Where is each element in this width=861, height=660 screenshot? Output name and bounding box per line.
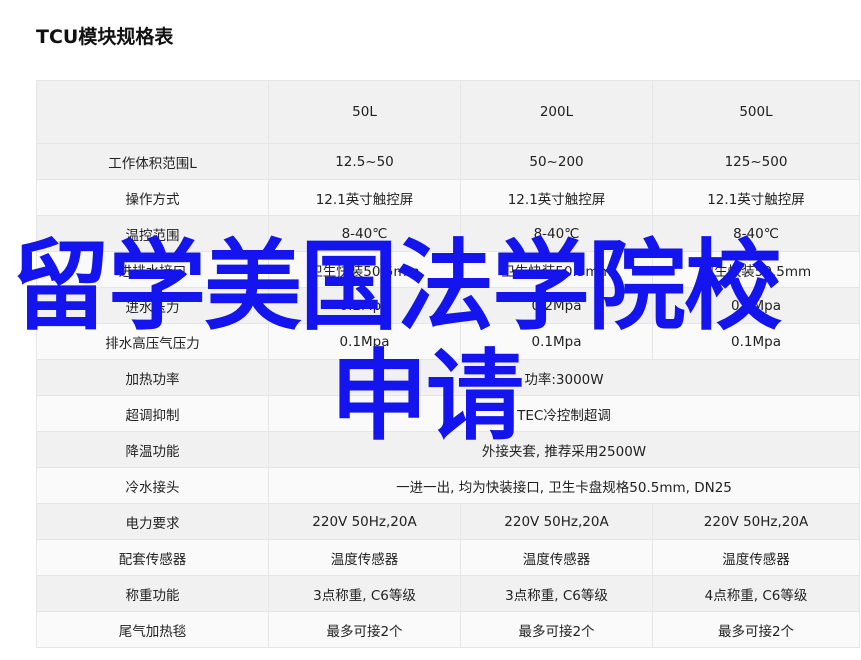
table-row: 温控范围 8-40℃ 8-40℃ 8-40℃ — [36, 215, 860, 252]
column-header-200l: 200L — [460, 80, 653, 144]
row-value: 220V 50Hz,20A — [460, 503, 653, 540]
row-value-span: 一进一出, 均为快装接口, 卫生卡盘规格50.5mm, DN25 — [268, 467, 860, 504]
row-label: 尾气加热毯 — [36, 611, 269, 648]
table-header-row: 50L 200L 500L — [36, 80, 860, 144]
row-label: 冷水接头 — [36, 467, 269, 504]
table-row: 进排水接口 卫生快装50.5mm 卫生快装50.5mm 卫生快装50.5mm — [36, 251, 860, 288]
row-value: 4点称重, C6等级 — [652, 575, 860, 612]
row-label: 超调抑制 — [36, 395, 269, 432]
table-row: 降温功能 外接夹套, 推荐采用2500W — [36, 431, 860, 468]
row-value: 温度传感器 — [268, 539, 461, 576]
spec-table-body: 50L 200L 500L 工作体积范围L 12.5~50 50~200 125~50… — [36, 80, 860, 648]
row-value: 8-40℃ — [460, 215, 653, 252]
row-label: 进水压力 — [36, 287, 269, 324]
row-value: 卫生快装50.5mm — [652, 251, 860, 288]
row-value: 3点称重, C6等级 — [268, 575, 461, 612]
row-label: 称重功能 — [36, 575, 269, 612]
row-value: 12.1英寸触控屏 — [652, 179, 860, 216]
table-row: 进水压力 0.2Mpa 0.2Mpa 0.2Mpa — [36, 287, 860, 324]
column-header-500l: 500L — [652, 80, 860, 144]
row-value-span: 功率:3000W — [268, 359, 860, 396]
table-row: 操作方式 12.1英寸触控屏 12.1英寸触控屏 12.1英寸触控屏 — [36, 179, 860, 216]
table-row: 冷水接头 一进一出, 均为快装接口, 卫生卡盘规格50.5mm, DN25 — [36, 467, 860, 504]
header-empty-cell — [36, 80, 269, 144]
row-label: 进排水接口 — [36, 251, 269, 288]
page-title: TCU模块规格表 — [36, 26, 174, 48]
row-value: 0.2Mpa — [460, 287, 653, 324]
row-value: 0.1Mpa — [652, 323, 860, 360]
row-value: 125~500 — [652, 143, 860, 180]
row-value: 50~200 — [460, 143, 653, 180]
row-value-span: TEC冷控制超调 — [268, 395, 860, 432]
row-value: 0.2Mpa — [268, 287, 461, 324]
row-label: 温控范围 — [36, 215, 269, 252]
row-value: 温度传感器 — [652, 539, 860, 576]
row-label: 排水高压气压力 — [36, 323, 269, 360]
row-label: 操作方式 — [36, 179, 269, 216]
row-value: 12.1英寸触控屏 — [460, 179, 653, 216]
row-value: 8-40℃ — [652, 215, 860, 252]
row-value: 0.1Mpa — [460, 323, 653, 360]
row-value: 220V 50Hz,20A — [268, 503, 461, 540]
row-value: 12.1英寸触控屏 — [268, 179, 461, 216]
row-value: 卫生快装50.5mm — [460, 251, 653, 288]
row-value: 最多可接2个 — [268, 611, 461, 648]
row-label: 电力要求 — [36, 503, 269, 540]
table-row: 电力要求 220V 50Hz,20A 220V 50Hz,20A 220V 50Hz,… — [36, 503, 860, 540]
row-value-span: 外接夹套, 推荐采用2500W — [268, 431, 860, 468]
row-label: 降温功能 — [36, 431, 269, 468]
row-value: 0.1Mpa — [268, 323, 461, 360]
row-value: 卫生快装50.5mm — [268, 251, 461, 288]
row-value: 温度传感器 — [460, 539, 653, 576]
table-row: 配套传感器 温度传感器 温度传感器 温度传感器 — [36, 539, 860, 576]
row-value: 8-40℃ — [268, 215, 461, 252]
table-row: 称重功能 3点称重, C6等级 3点称重, C6等级 4点称重, C6等级 — [36, 575, 860, 612]
table-row: 排水高压气压力 0.1Mpa 0.1Mpa 0.1Mpa — [36, 323, 860, 360]
table-row: 加热功率 功率:3000W — [36, 359, 860, 396]
row-value: 最多可接2个 — [652, 611, 860, 648]
row-value: 最多可接2个 — [460, 611, 653, 648]
table-row: 工作体积范围L 12.5~50 50~200 125~500 — [36, 143, 860, 180]
row-label: 工作体积范围L — [36, 143, 269, 180]
table-row: 超调抑制 TEC冷控制超调 — [36, 395, 860, 432]
spec-table: 50L 200L 500L 工作体积范围L 12.5~50 50~200 125~50… — [36, 80, 860, 648]
row-value: 0.2Mpa — [652, 287, 860, 324]
row-label: 配套传感器 — [36, 539, 269, 576]
row-value: 220V 50Hz,20A — [652, 503, 860, 540]
row-value: 12.5~50 — [268, 143, 461, 180]
row-label: 加热功率 — [36, 359, 269, 396]
table-row: 尾气加热毯 最多可接2个 最多可接2个 最多可接2个 — [36, 611, 860, 648]
column-header-50l: 50L — [268, 80, 461, 144]
row-value: 3点称重, C6等级 — [460, 575, 653, 612]
